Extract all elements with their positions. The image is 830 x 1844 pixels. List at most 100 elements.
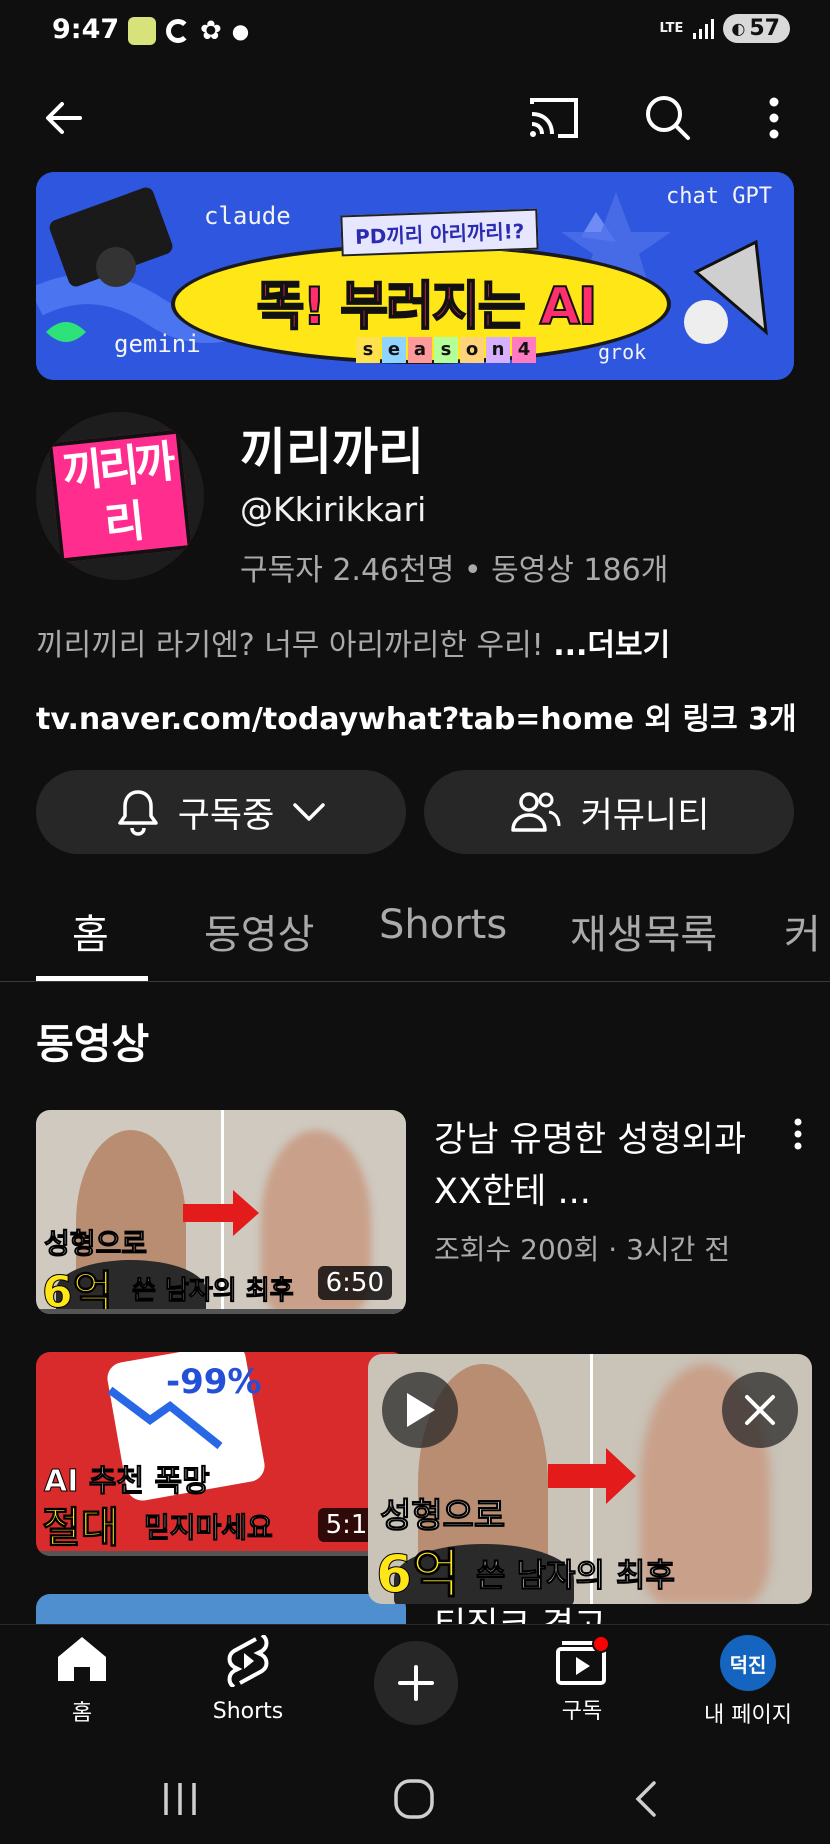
nav-subscriptions-label: 구독 — [561, 1699, 603, 1724]
season-letter: s — [434, 337, 458, 363]
bottom-navigation: 홈 Shorts 구독 덕진 내 페이지 — [0, 1624, 830, 1754]
nav-shorts[interactable]: Shorts — [178, 1633, 318, 1724]
banner-season: s e a s o n 4 — [356, 337, 536, 363]
system-icons: LTE ◐ 57 — [660, 14, 790, 43]
cast-icon — [530, 98, 578, 138]
tab-shorts[interactable]: Shorts — [379, 902, 507, 948]
community-label: 커뮤니티 — [580, 795, 710, 836]
top-app-bar — [0, 80, 830, 152]
miniplayer-caption-top: 성형으로 — [379, 1496, 506, 1537]
tab-videos[interactable]: 동영상 — [204, 902, 314, 960]
play-icon — [407, 1393, 435, 1427]
video-title[interactable]: 강남 유명한 성형외과 XX한테 ... — [434, 1114, 764, 1218]
recent-apps-button[interactable] — [150, 1774, 210, 1824]
banner-word-claude: claude — [204, 202, 291, 230]
tab-active-indicator — [36, 976, 148, 981]
season-letter: 4 — [512, 337, 536, 363]
channel-name: 끼리까리 — [240, 423, 424, 481]
section-title-videos: 동영상 — [36, 1020, 150, 1068]
status-bar: 9:47 ✿ ● LTE ◐ 57 — [0, 0, 830, 60]
watch-progress-bar — [36, 1551, 406, 1556]
video-duration: 6:50 — [317, 1266, 392, 1300]
more-options-button[interactable] — [756, 88, 792, 148]
season-letter: a — [408, 337, 432, 363]
shorts-icon — [227, 1633, 269, 1689]
search-icon — [646, 96, 690, 140]
close-icon — [745, 1395, 775, 1425]
channel-description[interactable]: 끼리끼리 라기엔? 너무 아리까리한 우리! ...더보기 — [36, 620, 670, 664]
nav-home[interactable]: 홈 — [12, 1635, 152, 1727]
c-app-icon — [166, 19, 190, 43]
nav-subscriptions[interactable]: 구독 — [512, 1635, 652, 1725]
miniplayer-close-button[interactable] — [722, 1372, 798, 1448]
thumbnail-caption-big: 6억 — [41, 1267, 114, 1315]
miniplayer-caption-big: 6억 — [375, 1545, 461, 1605]
channel-banner: PD끼리 아리까리!? 똑! 부러지는 AI claude chat GPT g… — [36, 172, 794, 380]
subscribed-label: 구독중 — [177, 795, 275, 836]
video-meta: 조회수 200회 · 3시간 전 — [434, 1233, 731, 1266]
home-icon — [58, 1637, 106, 1681]
nav-my-page[interactable]: 덕진 내 페이지 — [678, 1635, 818, 1729]
my-avatar: 덕진 — [720, 1635, 776, 1691]
notification-dot — [592, 1635, 610, 1653]
tab-playlists[interactable]: 재생목록 — [570, 902, 717, 960]
cast-button[interactable] — [524, 90, 584, 146]
create-button[interactable] — [374, 1641, 458, 1725]
back-system-button[interactable] — [616, 1774, 676, 1824]
channel-links[interactable]: tv.naver.com/todaywhat?tab=home 외 링크 3개 — [36, 694, 797, 738]
app-notification-icon — [128, 17, 156, 45]
plus-icon — [398, 1665, 434, 1701]
chevron-down-icon — [293, 803, 326, 821]
channel-tabs: 홈 동영상 Shorts 재생목록 커 — [0, 890, 830, 982]
video-thumbnail[interactable]: 성형으로 6억 쓴 남자의 최후 6:50 — [36, 1110, 406, 1314]
watch-progress-bar — [36, 1309, 406, 1314]
channel-avatar-logo: 끼리까리 — [48, 429, 192, 563]
video-more-button[interactable] — [780, 1114, 816, 1154]
status-time: 9:47 — [52, 14, 120, 45]
nav-my-page-label: 내 페이지 — [704, 1703, 792, 1728]
battery-saver-icon: ◐ — [731, 19, 746, 38]
thumbnail-caption-big: 절대 — [41, 1503, 120, 1553]
back-arrow-icon — [46, 102, 82, 134]
more-vert-icon — [769, 97, 779, 139]
season-letter: e — [382, 337, 406, 363]
thumbnail-percent: -99% — [166, 1362, 262, 1402]
dot-icon: ● — [231, 19, 250, 43]
signal-icon — [693, 18, 715, 39]
battery-level: 57 — [749, 16, 780, 41]
tab-home[interactable]: 홈 — [72, 902, 109, 960]
miniplayer[interactable]: 성형으로 6억 쓴 남자의 최후 — [368, 1354, 812, 1604]
red-arrow-icon — [548, 1448, 636, 1504]
tab-community-partial[interactable]: 커 — [784, 902, 830, 960]
channel-avatar[interactable]: 끼리까리 — [36, 412, 204, 580]
banner-word-grok: grok — [598, 340, 647, 364]
banner-word-gemini: gemini — [114, 330, 201, 358]
subscriptions-icon-wrap — [554, 1635, 610, 1687]
miniplayer-caption-rest: 쓴 남자의 최후 — [476, 1556, 676, 1595]
community-icon — [510, 792, 561, 832]
red-arrow-icon — [183, 1190, 259, 1236]
video-thumbnail-partial[interactable] — [36, 1594, 406, 1624]
thumbnail-caption-rest: 믿지마세요 — [144, 1511, 274, 1545]
video-thumbnail[interactable]: -99% AI 추천 폭망 절대 믿지마세요 5:17 — [36, 1352, 406, 1556]
back-button[interactable] — [36, 90, 92, 146]
home-system-button[interactable] — [384, 1774, 444, 1824]
channel-handle: @Kkirikkari — [240, 490, 427, 529]
subscribed-button[interactable]: 구독중 — [36, 770, 406, 854]
system-navigation-bar — [0, 1754, 830, 1844]
more-link[interactable]: ...더보기 — [553, 628, 670, 663]
nav-home-label: 홈 — [71, 1701, 93, 1726]
home-circle-icon — [394, 1779, 434, 1819]
banner-main-text: 똑! 부러지는 AI — [256, 276, 599, 338]
season-letter: o — [460, 337, 484, 363]
channel-stats: 구독자 2.46천명 • 동영상 186개 — [240, 553, 669, 588]
banner-word-chatgpt: chat GPT — [666, 184, 772, 209]
community-button[interactable]: 커뮤니티 — [424, 770, 794, 854]
bell-icon — [117, 790, 158, 836]
search-button[interactable] — [638, 88, 698, 148]
miniplayer-play-button[interactable] — [382, 1372, 458, 1448]
lte-icon: LTE — [659, 20, 684, 36]
channel-description-text: 끼리끼리 라기엔? 너무 아리까리한 우리! — [36, 628, 554, 663]
more-vert-icon — [794, 1118, 802, 1150]
recent-apps-icon — [164, 1783, 196, 1815]
